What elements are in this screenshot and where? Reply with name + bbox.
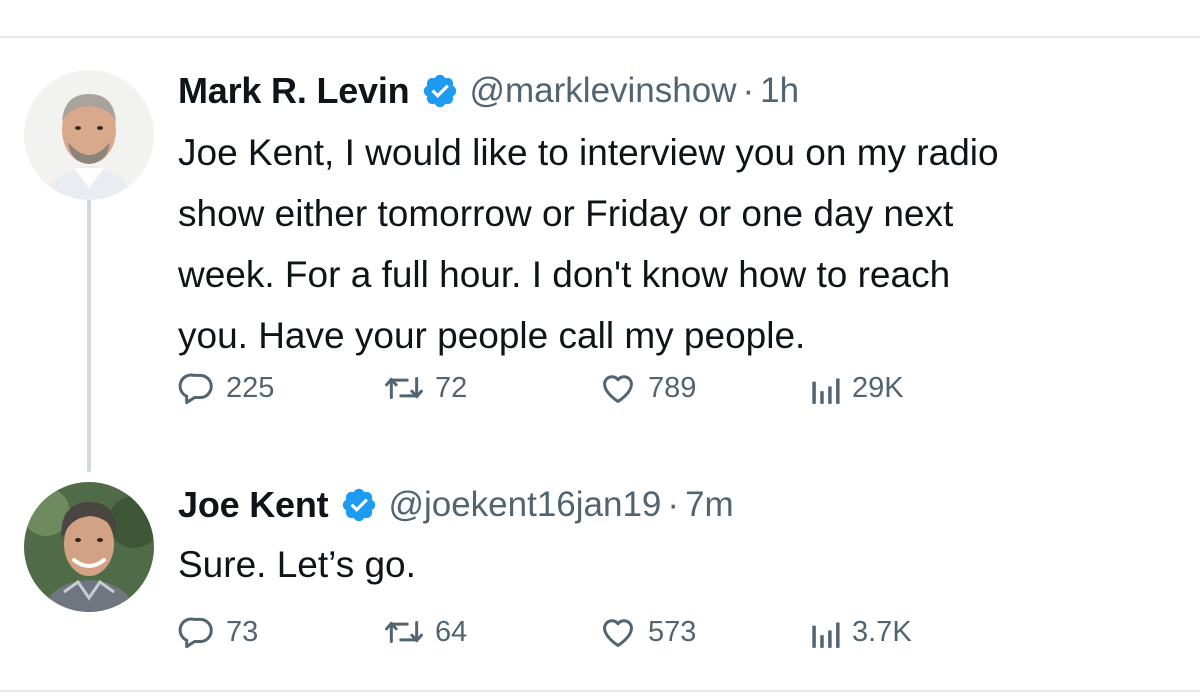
like-count: 789 <box>648 371 697 404</box>
avatar-mark-levin[interactable] <box>24 70 154 200</box>
display-name[interactable]: Mark R. Levin <box>178 70 410 112</box>
heart-icon <box>598 613 638 651</box>
bar-chart-icon <box>808 613 842 651</box>
speech-bubble-icon <box>178 613 216 651</box>
tweet-text: Joe Kent, I would like to interview you … <box>178 132 999 356</box>
tweet-header: Joe Kent @joekent16jan19 · 7m <box>178 482 1168 528</box>
thread-connector-line <box>87 200 91 472</box>
bottom-divider <box>0 690 1200 692</box>
views-button[interactable]: 29K <box>808 366 904 410</box>
timestamp[interactable]: 7m <box>685 485 734 525</box>
timestamp[interactable]: 1h <box>760 71 799 111</box>
top-divider <box>0 36 1200 38</box>
repost-button[interactable]: 64 <box>383 610 467 654</box>
repost-arrows-icon <box>383 369 425 407</box>
action-bar: 225 72 789 29K <box>178 366 938 410</box>
bar-chart-icon <box>808 369 842 407</box>
reply-count: 73 <box>226 615 259 648</box>
user-handle[interactable]: @marklevinshow <box>469 71 736 111</box>
separator-dot: · <box>667 485 680 524</box>
reply-button[interactable]: 73 <box>178 610 258 654</box>
user-handle[interactable]: @joekent16jan19 <box>388 485 661 525</box>
tweet-joe-kent[interactable]: Joe Kent @joekent16jan19 · 7m Sure. Let’… <box>178 482 1168 649</box>
tweet-header: Mark R. Levin @marklevinshow · 1h <box>178 68 1168 114</box>
heart-icon <box>598 369 638 407</box>
separator-dot: · <box>742 71 755 110</box>
view-count: 3.7K <box>852 615 912 648</box>
view-count: 29K <box>852 371 904 404</box>
verified-badge-icon <box>340 486 378 524</box>
action-bar: 73 64 573 3.7K <box>178 610 938 654</box>
tweet-mark-levin[interactable]: Mark R. Levin @marklevinshow · 1h Joe Ke… <box>178 68 1168 405</box>
repost-arrows-icon <box>383 613 425 651</box>
views-button[interactable]: 3.7K <box>808 610 912 654</box>
verified-badge-icon <box>421 72 459 110</box>
repost-count: 64 <box>435 615 468 648</box>
like-button[interactable]: 573 <box>598 610 696 654</box>
tweet-text: Sure. Let’s go. <box>178 544 416 585</box>
display-name[interactable]: Joe Kent <box>178 484 329 526</box>
avatar-joe-kent[interactable] <box>24 482 154 612</box>
repost-count: 72 <box>435 371 468 404</box>
repost-button[interactable]: 72 <box>383 366 467 410</box>
like-button[interactable]: 789 <box>598 366 696 410</box>
like-count: 573 <box>648 615 697 648</box>
speech-bubble-icon <box>178 369 216 407</box>
reply-count: 225 <box>226 371 275 404</box>
reply-button[interactable]: 225 <box>178 366 274 410</box>
